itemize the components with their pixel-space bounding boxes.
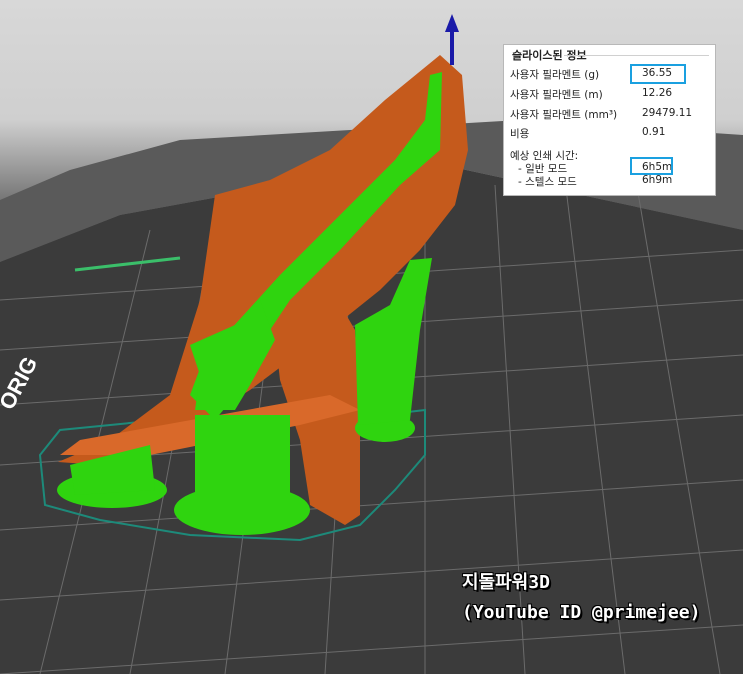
- watermark-line-1: 지돌파워3D: [462, 572, 550, 593]
- filament-mm3-row: 사용자 필라멘트 (mm³) 29479.11: [510, 107, 709, 123]
- filament-m-label: 사용자 필라멘트 (m): [510, 89, 603, 101]
- z-axis-arrowhead: [445, 14, 459, 32]
- watermark-line-2: (YouTube ID @primejee): [462, 602, 701, 623]
- normal-mode-highlight: [630, 157, 673, 175]
- cost-value: 0.91: [642, 126, 666, 138]
- stealth-mode-row: - 스텔스 모드 6h9m: [510, 174, 709, 190]
- filament-m-row: 사용자 필라멘트 (m) 12.26: [510, 87, 709, 103]
- cost-row: 비용 0.91: [510, 126, 709, 142]
- title-divider: [564, 55, 709, 56]
- filament-g-label: 사용자 필라멘트 (g): [510, 69, 600, 81]
- cost-label: 비용: [510, 128, 530, 140]
- sliced-info-panel: 슬라이스된 정보 사용자 필라멘트 (g) 36.55 사용자 필라멘트 (m)…: [503, 44, 716, 196]
- filament-mm3-value: 29479.11: [642, 107, 693, 119]
- 3d-viewport[interactable]: ORIG 슬라이스된 정보 사용자 필라멘트 (g) 36.55 사용자 필라멘…: [0, 0, 743, 674]
- filament-g-highlight: [630, 64, 686, 84]
- stealth-mode-label: - 스텔스 모드: [518, 176, 577, 188]
- watermark: 지돌파워3D (YouTube ID @primejee): [462, 568, 700, 628]
- filament-mm3-label: 사용자 필라멘트 (mm³): [510, 109, 618, 121]
- filament-m-value: 12.26: [642, 87, 673, 99]
- stealth-mode-value: 6h9m: [642, 174, 673, 186]
